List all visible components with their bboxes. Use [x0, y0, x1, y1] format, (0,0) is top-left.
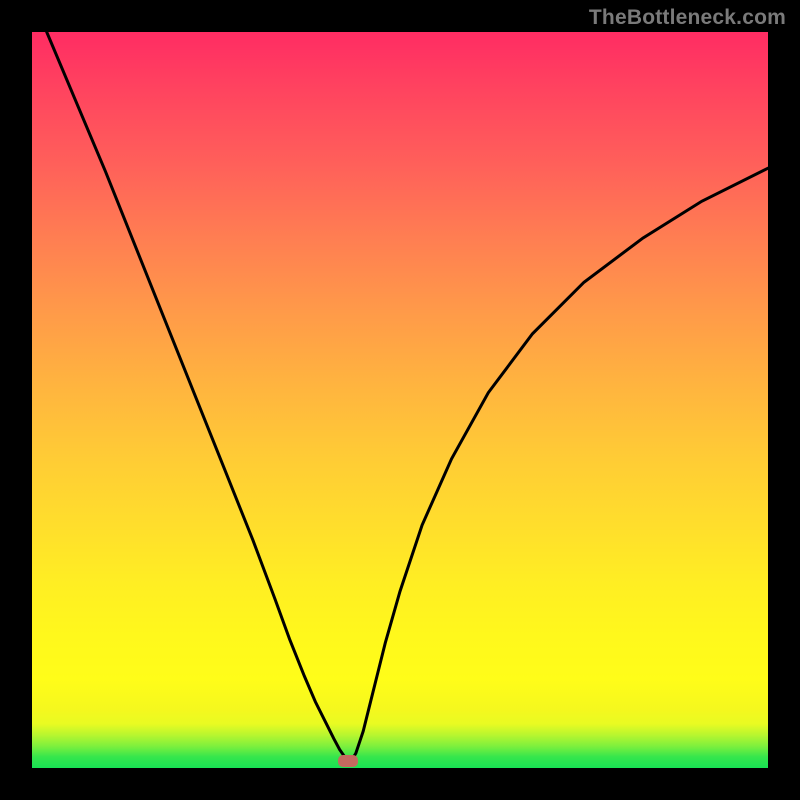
gradient-background: [32, 32, 768, 768]
chart-frame: TheBottleneck.com: [0, 0, 800, 800]
minimum-marker: [338, 755, 358, 767]
attribution-text: TheBottleneck.com: [589, 6, 786, 30]
